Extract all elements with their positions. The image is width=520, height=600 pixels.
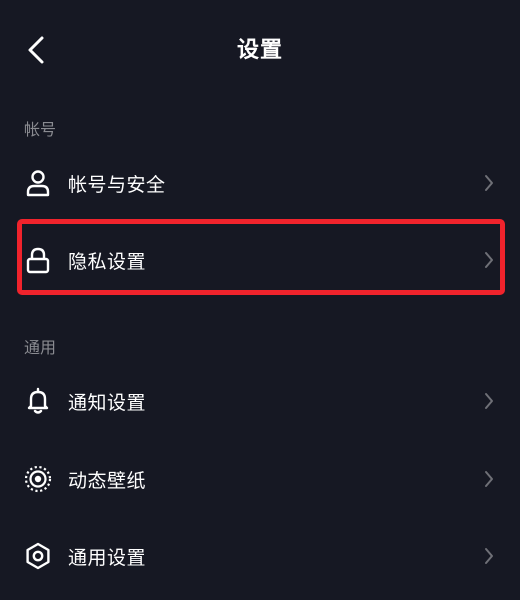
user-icon — [24, 169, 52, 197]
page-title: 设置 — [236, 38, 283, 63]
header: 设置 — [0, 0, 520, 100]
lock-icon — [24, 246, 52, 274]
chevron-right-icon — [482, 173, 496, 193]
settings-item-account-security[interactable]: 帐号与安全 — [0, 152, 520, 214]
settings-item-label: 隐私设置 — [68, 250, 147, 273]
settings-item-general[interactable]: 通用设置 — [0, 525, 520, 587]
chevron-right-icon — [482, 469, 496, 489]
settings-screen: 设置 帐号 帐号与安全 隐私设置 通用 通知设置 动态壁纸 通用设置 — [0, 0, 520, 600]
settings-item-privacy[interactable]: 隐私设置 — [0, 229, 520, 291]
gear-icon — [24, 542, 52, 570]
chevron-right-icon — [482, 250, 496, 270]
settings-item-notifications[interactable]: 通知设置 — [0, 370, 520, 432]
section-label-account: 帐号 — [24, 120, 57, 139]
section-label-general: 通用 — [24, 338, 57, 357]
settings-item-label: 通知设置 — [68, 391, 147, 414]
settings-item-label: 帐号与安全 — [68, 173, 166, 196]
chevron-right-icon — [482, 546, 496, 566]
live-wallpaper-icon — [24, 465, 52, 493]
bell-icon — [24, 387, 52, 415]
settings-item-label: 通用设置 — [68, 546, 147, 569]
chevron-right-icon — [482, 391, 496, 411]
settings-item-label: 动态壁纸 — [68, 469, 147, 492]
settings-item-live-wallpaper[interactable]: 动态壁纸 — [0, 448, 520, 510]
